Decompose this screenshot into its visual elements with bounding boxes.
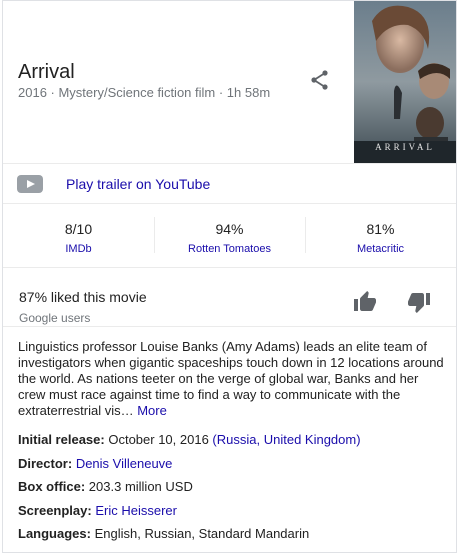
fact-label: Initial release: bbox=[18, 432, 105, 447]
screenplay-link[interactable]: Eric Heisserer bbox=[95, 503, 177, 518]
fact-box-office: Box office: 203.3 million USD bbox=[18, 479, 448, 503]
liked-source: Google users bbox=[19, 311, 91, 325]
trailer-row[interactable]: Play trailer on YouTube bbox=[3, 164, 456, 204]
fact-label: Director: bbox=[18, 455, 73, 471]
fact-director: Director: Denis Villeneuve bbox=[18, 456, 448, 480]
liked-percentage: 87% liked this movie bbox=[19, 289, 147, 305]
fact-value: English, Russian, Standard Mandarin bbox=[94, 526, 310, 541]
release-countries-link[interactable]: Russia, United Kingdom bbox=[217, 432, 356, 447]
movie-description: Linguistics professor Louise Banks (Amy … bbox=[18, 339, 448, 419]
poster-image: ARRIVAL bbox=[354, 1, 456, 163]
fact-label: Screenplay: bbox=[18, 502, 92, 518]
header-section: Arrival 2016 · Mystery/Science fiction f… bbox=[3, 1, 456, 164]
fact-label: Languages: bbox=[18, 526, 91, 541]
fact-initial-release: Initial release: October 10, 2016 (Russi… bbox=[18, 432, 448, 456]
likes-row: 87% liked this movie Google users bbox=[3, 269, 456, 327]
fact-paren-open: ( bbox=[208, 432, 217, 447]
fact-paren-close: ) bbox=[356, 432, 361, 447]
poster-title-text: ARRIVAL bbox=[375, 142, 435, 152]
ratings-row: 8/10 IMDb 94% Rotten Tomatoes 81% Metacr… bbox=[3, 205, 456, 268]
rating-source-link[interactable]: Rotten Tomatoes bbox=[154, 243, 305, 255]
fact-value: 203.3 million USD bbox=[88, 479, 193, 494]
movie-subtitle: 2016 · Mystery/Science fiction film · 1h… bbox=[18, 85, 271, 100]
more-link[interactable]: More bbox=[137, 403, 167, 418]
rating-value: 94% bbox=[215, 221, 244, 237]
fact-languages: Languages: English, Russian, Standard Ma… bbox=[18, 526, 448, 550]
rating-metacritic[interactable]: 81% Metacritic bbox=[305, 205, 456, 267]
rating-value: 81% bbox=[366, 221, 395, 237]
description-text: Linguistics professor Louise Banks (Amy … bbox=[18, 339, 444, 418]
director-link[interactable]: Denis Villeneuve bbox=[76, 456, 173, 471]
fact-value: October 10, 2016 bbox=[108, 432, 209, 447]
fact-screenplay: Screenplay: Eric Heisserer bbox=[18, 503, 448, 527]
rating-rotten-tomatoes[interactable]: 94% Rotten Tomatoes bbox=[154, 205, 305, 267]
movie-title: Arrival bbox=[18, 61, 75, 83]
play-trailer-link[interactable]: Play trailer on YouTube bbox=[66, 176, 210, 192]
rating-imdb[interactable]: 8/10 IMDb bbox=[3, 205, 154, 267]
movie-poster[interactable]: ARRIVAL bbox=[354, 1, 456, 163]
thumb-up-icon[interactable] bbox=[353, 290, 377, 314]
share-icon[interactable] bbox=[308, 68, 332, 92]
rating-value: 8/10 bbox=[64, 221, 93, 237]
knowledge-panel-card: Arrival 2016 · Mystery/Science fiction f… bbox=[2, 0, 457, 553]
youtube-icon[interactable] bbox=[17, 175, 43, 193]
thumb-down-icon[interactable] bbox=[407, 290, 431, 314]
fact-label: Box office: bbox=[18, 479, 86, 494]
rating-source-link[interactable]: Metacritic bbox=[305, 243, 456, 255]
rating-source-link[interactable]: IMDb bbox=[3, 243, 154, 255]
facts-list: Initial release: October 10, 2016 (Russi… bbox=[18, 432, 448, 550]
